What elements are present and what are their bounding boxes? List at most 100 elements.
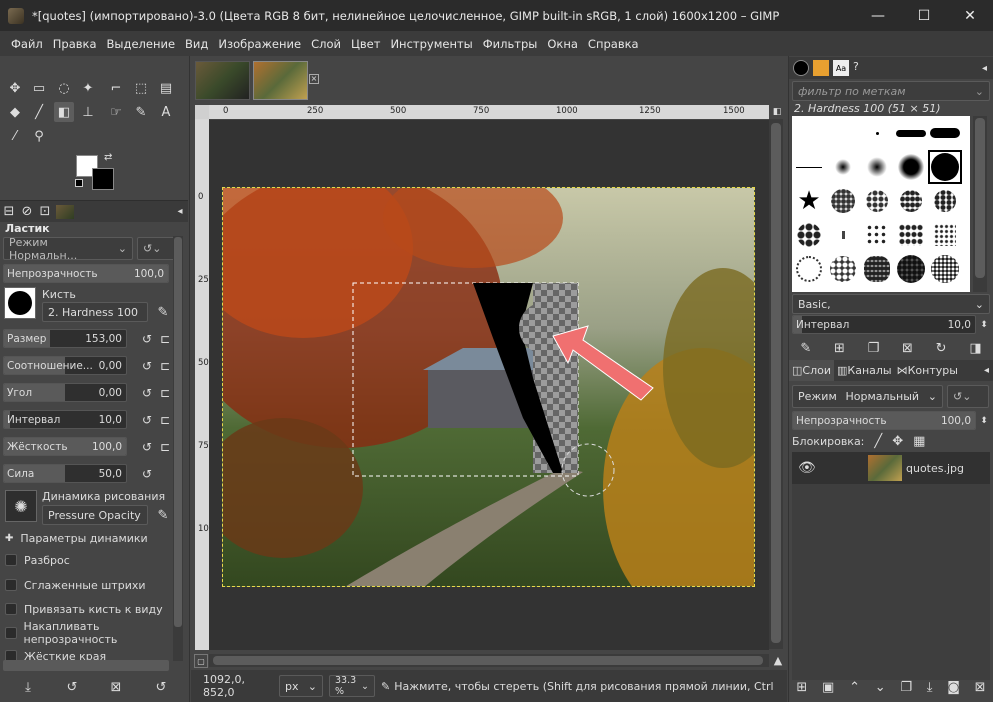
incremental-checkbox[interactable] [5,627,17,639]
save-options-icon[interactable]: ⤓ [20,679,36,695]
lock-brush-checkbox-row[interactable]: Привязать кисть к виду [5,599,163,619]
dynamics-edit-icon[interactable]: ✎ [154,505,172,525]
duplicate-layer-icon[interactable]: ❐ [900,680,912,695]
mode-reset-combo[interactable]: ↺⌄ [137,237,175,260]
brush-cell[interactable] [894,116,928,150]
background-color-swatch[interactable] [92,168,114,190]
edit-brush-icon[interactable]: ✎ [800,341,811,356]
menu-help[interactable]: Справка [583,37,644,51]
layer-opacity-slider[interactable]: Непрозрачность 100,0 [792,411,976,430]
brush-grid[interactable]: ★ [792,116,970,292]
aspect-ratio-slider[interactable]: Соотношение... 0,00 [3,356,127,375]
scatter-checkbox[interactable] [5,554,17,566]
close-button[interactable]: ✕ [947,0,993,31]
zoom-tool-icon[interactable]: ⚲ [29,126,49,146]
tab-paths[interactable]: ⋈Контуры [895,364,960,377]
transform-tool-icon[interactable]: ⬚ [131,78,151,98]
device-status-tab-icon[interactable]: ⊘ [18,204,36,219]
brush-cell[interactable] [860,116,894,150]
size-reset-icon[interactable]: ↺ [140,332,154,346]
canvas-image[interactable] [222,187,755,587]
menu-windows[interactable]: Окна [542,37,583,51]
brushes-tab-icon[interactable] [793,60,809,76]
close-tab-icon[interactable]: × [309,74,319,84]
fonts-tab-icon[interactable]: Aa [833,60,849,76]
navigate-icon[interactable]: ▲ [771,653,785,667]
brush-cell[interactable] [860,150,894,184]
spacing-slider[interactable]: Интервал 10,0 [3,410,127,429]
tab-menu-icon[interactable]: ◂ [984,365,989,376]
brush-cell[interactable] [792,252,826,286]
brush-tag-filter[interactable]: фильтр по меткам ⌄ [792,81,990,101]
canvas-hscrollbar[interactable] [209,654,769,667]
lock-pixels-icon[interactable]: ╱ [874,434,882,449]
restore-options-icon[interactable]: ↺ [64,679,80,695]
angle-link-icon[interactable]: ⊏ [158,386,172,400]
layer-mode-reset[interactable]: ↺⌄ [947,385,989,408]
spacing-link-icon[interactable]: ⊏ [158,413,172,427]
incremental-checkbox-row[interactable]: Накапливать непрозрачность [5,620,189,646]
refresh-brushes-icon[interactable]: ↻ [936,341,947,356]
default-colors-icon[interactable] [75,179,83,187]
brush-cell[interactable] [792,218,826,252]
images-tab-icon[interactable] [56,204,74,219]
raise-layer-icon[interactable]: ⌃ [849,680,860,695]
brush-cell[interactable] [928,252,962,286]
swap-colors-icon[interactable]: ⇄ [104,152,112,163]
brush-cell[interactable] [860,184,894,218]
layer-mode-combo[interactable]: Режим Нормальный ⌄ [792,385,943,408]
unit-combo[interactable]: px ⌄ [279,675,323,697]
new-group-icon[interactable]: ▣ [822,680,834,695]
lock-alpha-icon[interactable]: ▦ [913,434,925,449]
tab-layers[interactable]: ◫ Слои [789,360,834,381]
paths-tool-icon[interactable]: ✎ [131,102,151,122]
merge-layer-icon[interactable]: ⤓ [927,680,933,695]
zoom-combo[interactable]: 33.3 % ⌄ [329,675,375,697]
menu-color[interactable]: Цвет [346,37,385,51]
brush-cell[interactable] [826,150,860,184]
delete-layer-icon[interactable]: ⊠ [975,680,986,695]
document-history-tab-icon[interactable]: ? [853,60,869,76]
zoom-fit-icon[interactable]: ◧ [770,105,784,119]
open-brush-icon[interactable]: ◨ [969,341,981,356]
image-tab-thumbnail-active[interactable] [253,61,308,100]
move-tool-icon[interactable]: ✥ [5,78,25,98]
smudge-tool-icon[interactable]: ☞ [106,102,126,122]
tab-menu-icon[interactable]: ◂ [982,63,987,74]
size-link-icon[interactable]: ⊏ [158,332,172,346]
spin-icon[interactable]: ⬍ [978,316,990,334]
brush-cell[interactable] [826,218,860,252]
dynamics-params-expander[interactable]: ✚ Параметры динамики [5,528,148,548]
visibility-eye-icon[interactable]: 👁 [798,460,818,476]
spin-icon[interactable]: ⬍ [978,412,990,430]
brush-cell[interactable] [860,252,894,286]
aspect-reset-icon[interactable]: ↺ [140,359,154,373]
patterns-tab-icon[interactable] [813,60,829,76]
menu-image[interactable]: Изображение [213,37,306,51]
brush-cell[interactable] [928,116,962,150]
clone-tool-icon[interactable]: ⊥ [78,102,98,122]
brush-cell[interactable] [792,150,826,184]
brush-cell[interactable] [826,252,860,286]
fuzzy-select-tool-icon[interactable]: ✦ [78,78,98,98]
lasso-tool-icon[interactable]: ◌ [54,78,74,98]
tab-menu-icon[interactable]: ◂ [172,206,188,217]
brush-name-field[interactable]: 2. Hardness 100 [42,302,148,322]
brush-cell[interactable] [894,252,928,286]
menu-filters[interactable]: Фильтры [478,37,543,51]
layer-row[interactable]: 👁 quotes.jpg [792,452,990,484]
scatter-checkbox-row[interactable]: Разброс [5,550,70,570]
aspect-link-icon[interactable]: ⊏ [158,359,172,373]
tool-options-vscrollbar[interactable] [173,236,183,661]
brush-cell[interactable] [826,184,860,218]
crop-tool-icon[interactable]: ⌐ [106,78,126,98]
lock-position-icon[interactable]: ✥ [892,434,903,449]
delete-brush-icon[interactable]: ⊠ [902,341,913,356]
smooth-checkbox[interactable] [5,579,17,591]
menu-select[interactable]: Выделение [102,37,181,51]
spacing-reset-icon[interactable]: ↺ [140,413,154,427]
lower-layer-icon[interactable]: ⌄ [875,680,886,695]
menu-edit[interactable]: Правка [48,37,102,51]
brush-cell[interactable] [894,218,928,252]
brush-cell[interactable] [928,218,962,252]
